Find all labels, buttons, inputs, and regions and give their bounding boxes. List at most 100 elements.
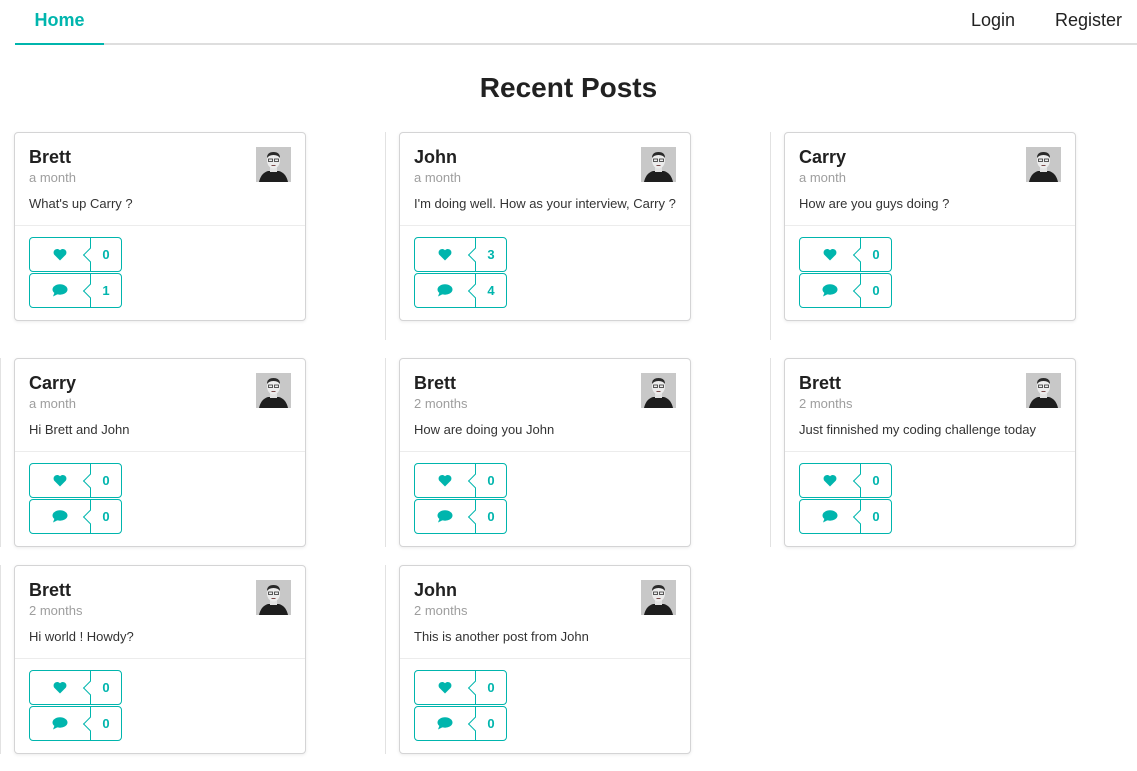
- post-content: Carry a month Hi Brett and John: [15, 359, 305, 451]
- comment-count: 0: [861, 274, 891, 307]
- post-actions: 0 0: [400, 658, 690, 753]
- heart-icon: [438, 681, 452, 694]
- post-actions: 0 0: [400, 451, 690, 546]
- post-author[interactable]: John: [414, 146, 676, 168]
- avatar: [1026, 373, 1061, 408]
- comment-button-group: 0: [799, 273, 892, 308]
- comment-icon: [52, 284, 68, 297]
- heart-icon: [438, 474, 452, 487]
- post-time: 2 months: [799, 396, 853, 411]
- post-text: Just finnished my coding challenge today: [799, 422, 1037, 437]
- avatar: [256, 373, 291, 408]
- comment-count: 0: [476, 500, 506, 533]
- column-divider: [385, 132, 386, 340]
- comment-count: 1: [91, 274, 121, 307]
- avatar: [256, 580, 291, 615]
- comment-button-group: 0: [414, 706, 507, 741]
- comment-icon: [437, 510, 453, 523]
- post-text: What's up Carry ?: [29, 196, 133, 211]
- like-count: 0: [476, 671, 506, 704]
- post-card: Brett a month What's up Carry ? 0 1: [14, 132, 306, 321]
- avatar: [641, 580, 676, 615]
- like-button-group: 0: [29, 237, 122, 272]
- post-content: Brett a month What's up Carry ?: [15, 133, 305, 225]
- comment-icon: [822, 510, 838, 523]
- post-author[interactable]: Brett: [29, 146, 291, 168]
- post-content: Brett 2 months Just finnished my coding …: [785, 359, 1075, 451]
- avatar: [1026, 147, 1061, 182]
- post-card: John 2 months This is another post from …: [399, 565, 691, 754]
- post-author[interactable]: Carry: [29, 372, 291, 394]
- comment-count: 0: [91, 500, 121, 533]
- post-time: 2 months: [414, 396, 468, 411]
- post-text: This is another post from John: [414, 629, 589, 644]
- post-actions: 3 4: [400, 225, 690, 320]
- like-count: 3: [476, 238, 506, 271]
- post-content: John a month I'm doing well. How as your…: [400, 133, 690, 225]
- avatar: [641, 373, 676, 408]
- comment-button-group: 0: [414, 499, 507, 534]
- post-card: Brett 2 months Hi world ! Howdy? 0 0: [14, 565, 306, 754]
- column-divider: [770, 132, 771, 340]
- post-author[interactable]: John: [414, 579, 676, 601]
- post-time: 2 months: [414, 603, 468, 618]
- post-content: Carry a month How are you guys doing ?: [785, 133, 1075, 225]
- post-author[interactable]: Brett: [799, 372, 1061, 394]
- post-content: Brett 2 months How are doing you John: [400, 359, 690, 451]
- like-count: 0: [861, 238, 891, 271]
- post-actions: 0 0: [15, 658, 305, 753]
- post-author[interactable]: Brett: [29, 579, 291, 601]
- post-author[interactable]: Carry: [799, 146, 1061, 168]
- like-count: 0: [91, 238, 121, 271]
- comment-button-group: 0: [29, 499, 122, 534]
- post-card: Brett 2 months Just finnished my coding …: [784, 358, 1076, 547]
- like-count: 0: [476, 464, 506, 497]
- comment-button-group: 0: [29, 706, 122, 741]
- like-button-group: 0: [799, 463, 892, 498]
- like-count: 0: [91, 464, 121, 497]
- post-actions: 0 0: [15, 451, 305, 546]
- post-card: Carry a month Hi Brett and John 0 0: [14, 358, 306, 547]
- post-actions: 0 1: [15, 225, 305, 320]
- heart-icon: [438, 248, 452, 261]
- like-button-group: 0: [29, 670, 122, 705]
- heart-icon: [823, 474, 837, 487]
- post-author[interactable]: Brett: [414, 372, 676, 394]
- like-button-group: 0: [414, 670, 507, 705]
- post-content: John 2 months This is another post from …: [400, 566, 690, 658]
- avatar: [256, 147, 291, 182]
- post-time: a month: [29, 170, 76, 185]
- comment-button-group: 4: [414, 273, 507, 308]
- comment-count: 0: [476, 707, 506, 740]
- comment-icon: [437, 284, 453, 297]
- like-button-group: 0: [799, 237, 892, 272]
- comment-icon: [437, 717, 453, 730]
- post-text: How are doing you John: [414, 422, 555, 437]
- post-card: John a month I'm doing well. How as your…: [399, 132, 691, 321]
- comment-icon: [52, 510, 68, 523]
- post-card: Brett 2 months How are doing you John 0: [399, 358, 691, 547]
- post-text: How are you guys doing ?: [799, 196, 950, 211]
- post-time: a month: [799, 170, 846, 185]
- post-text: I'm doing well. How as your interview, C…: [414, 196, 676, 211]
- post-text: Hi Brett and John: [29, 422, 130, 437]
- post-text: Hi world ! Howdy?: [29, 629, 134, 644]
- column-divider: [0, 565, 1, 754]
- column-divider: [770, 358, 771, 547]
- like-button-group: 0: [414, 463, 507, 498]
- post-time: 2 months: [29, 603, 83, 618]
- heart-icon: [53, 248, 67, 261]
- like-button-group: 0: [29, 463, 122, 498]
- like-button-group: 3: [414, 237, 507, 272]
- comment-icon: [52, 717, 68, 730]
- heart-icon: [823, 248, 837, 261]
- post-actions: 0 0: [785, 225, 1075, 320]
- heart-icon: [53, 474, 67, 487]
- comment-icon: [822, 284, 838, 297]
- post-card: Carry a month How are you guys doing ? 0: [784, 132, 1076, 321]
- post-time: a month: [414, 170, 461, 185]
- comment-button-group: 0: [799, 499, 892, 534]
- comment-button-group: 1: [29, 273, 122, 308]
- posts-grid: Brett a month What's up Carry ? 0 1 John…: [0, 0, 1137, 771]
- heart-icon: [53, 681, 67, 694]
